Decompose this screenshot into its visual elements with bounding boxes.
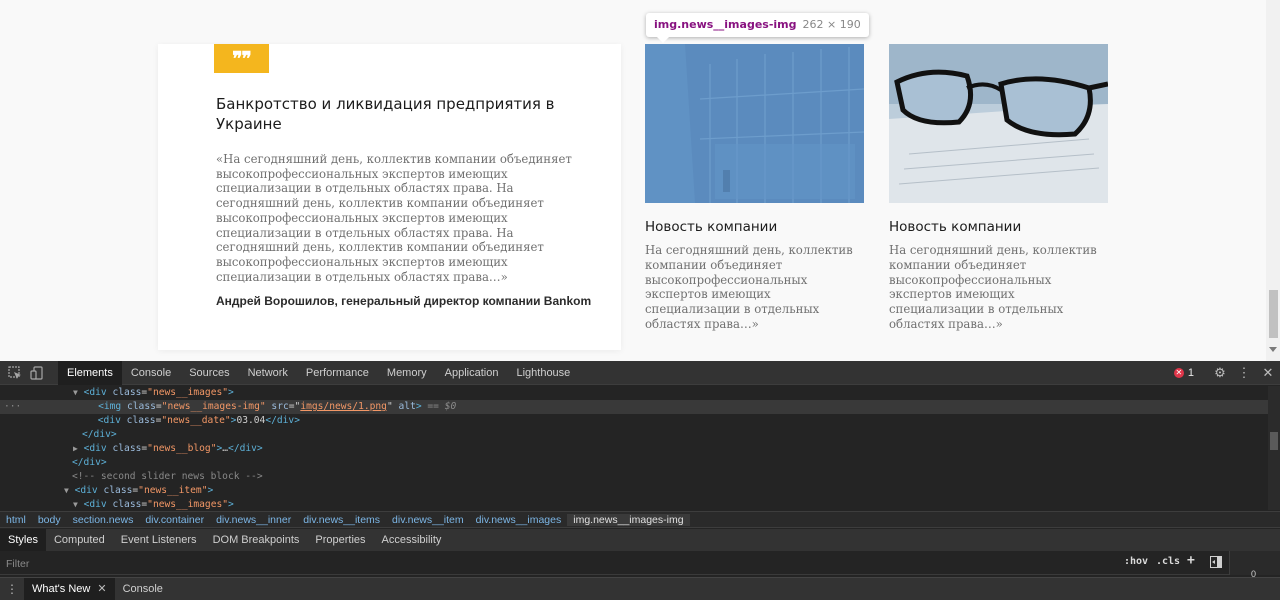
- tab-accessibility[interactable]: Accessibility: [374, 529, 450, 551]
- dom-node[interactable]: ▶ <div class="news__blog">…</div>: [0, 442, 1268, 456]
- testimonial-text: «На сегодняшний день, коллектив компании…: [216, 152, 572, 284]
- drawer-tab-label: Console: [122, 583, 163, 595]
- crumb-news-inner[interactable]: div.news__inner: [210, 514, 297, 526]
- styles-subtabs: Styles Computed Event Listeners DOM Brea…: [0, 529, 1280, 551]
- src-link[interactable]: imgs/news/1.png: [300, 401, 387, 412]
- close-devtools-icon[interactable]: ✕: [1256, 365, 1280, 381]
- testimonial-author: Андрей Ворошилов, генеральный директор к…: [216, 294, 592, 308]
- news-title[interactable]: Новость компании: [645, 219, 864, 237]
- tab-lighthouse[interactable]: Lighthouse: [507, 361, 579, 385]
- page-scrollbar[interactable]: [1266, 0, 1280, 361]
- collapse-arrow-icon[interactable]: ▼: [73, 500, 78, 509]
- toggle-sidebar-icon[interactable]: [1210, 556, 1222, 568]
- dom-node[interactable]: </div>: [0, 428, 1268, 442]
- styles-filter-row: :hov .cls +: [0, 551, 1280, 575]
- drawer-menu-icon[interactable]: ⋮: [0, 582, 24, 596]
- devtools-tabs: Elements Console Sources Network Perform…: [58, 361, 579, 385]
- scroll-down-arrow-icon[interactable]: [1269, 347, 1277, 352]
- error-count: 1: [1187, 367, 1194, 379]
- tooltip-arrow: [657, 37, 669, 43]
- class-toggle[interactable]: .cls: [1156, 556, 1180, 567]
- scrollbar-thumb[interactable]: [1269, 290, 1278, 338]
- crumb-news-images-img[interactable]: img.news__images-img: [567, 513, 690, 526]
- collapse-arrow-icon[interactable]: ▼: [64, 486, 69, 495]
- testimonial-card: ❞❞ Банкротство и ликвидация предприятия …: [158, 44, 621, 350]
- crumb-body[interactable]: body: [32, 514, 67, 526]
- inspect-highlight: [645, 44, 864, 203]
- drawer-tab-label: What's New: [32, 583, 91, 595]
- tab-computed[interactable]: Computed: [46, 529, 113, 551]
- dom-tree-scrollbar[interactable]: [1268, 386, 1280, 510]
- tab-network[interactable]: Network: [239, 361, 297, 385]
- error-counter[interactable]: ✕ 1: [1173, 367, 1194, 379]
- crumb-news-item[interactable]: div.news__item: [386, 514, 470, 526]
- dom-node[interactable]: </div>: [0, 456, 1268, 470]
- tooltip-selector: img.news__images-img: [654, 18, 797, 31]
- dom-node[interactable]: <div class="news__date">03.04</div>: [0, 414, 1268, 428]
- glasses-image: [889, 44, 1108, 203]
- device-toggle-icon[interactable]: [30, 366, 44, 380]
- close-icon[interactable]: ✕: [97, 578, 106, 600]
- tab-dom-breakpoints[interactable]: DOM Breakpoints: [205, 529, 308, 551]
- dom-node-selected[interactable]: ··· <img class="news__images-img" src="i…: [0, 400, 1268, 414]
- tab-application[interactable]: Application: [436, 361, 508, 385]
- tab-properties[interactable]: Properties: [307, 529, 373, 551]
- devtools-toolbar-right: ✕ 1 ⚙ ⋮ ✕: [1173, 361, 1280, 385]
- inspect-tooltip: img.news__images-img 262 × 190: [646, 13, 869, 37]
- tab-performance[interactable]: Performance: [297, 361, 378, 385]
- crumb-news-items[interactable]: div.news__items: [297, 514, 386, 526]
- crumb-container[interactable]: div.container: [139, 514, 210, 526]
- tab-console[interactable]: Console: [122, 361, 180, 385]
- dom-node[interactable]: ▼ <div class="news__images">: [0, 498, 1268, 510]
- news-excerpt: На сегодняшний день, коллектив компании …: [889, 243, 1097, 331]
- news-title[interactable]: Новость компании: [889, 219, 1108, 237]
- drawer-tab-whats-new[interactable]: What's New ✕: [24, 578, 115, 600]
- styles-filter-input[interactable]: [6, 556, 606, 571]
- tab-memory[interactable]: Memory: [378, 361, 436, 385]
- tab-styles[interactable]: Styles: [0, 529, 46, 551]
- news-excerpt: На сегодняшний день, коллектив компании …: [645, 243, 853, 331]
- tooltip-size: 262 × 190: [802, 18, 861, 31]
- testimonial-title[interactable]: Банкротство и ликвидация предприятия в У…: [216, 94, 556, 134]
- collapse-arrow-icon[interactable]: ▼: [73, 388, 78, 397]
- devtools-panel: Elements Console Sources Network Perform…: [0, 361, 1280, 600]
- dom-scrollbar-thumb[interactable]: [1270, 432, 1278, 450]
- crumb-news-images[interactable]: div.news__images: [470, 514, 568, 526]
- dom-comment[interactable]: <!-- second slider news block -->: [0, 470, 1268, 484]
- dom-node[interactable]: ▼ <div class="news__item">: [0, 484, 1268, 498]
- dom-node[interactable]: ▼ <div class="news__images">: [0, 386, 1268, 400]
- expand-arrow-icon[interactable]: ▶: [73, 444, 78, 453]
- hover-state-toggle[interactable]: :hov: [1124, 556, 1148, 567]
- quote-icon: ❞❞: [214, 44, 269, 73]
- crumb-section-news[interactable]: section.news: [67, 514, 140, 526]
- devtools-drawer: ⋮ What's New ✕ Console: [0, 577, 1280, 600]
- node-options-icon[interactable]: ···: [4, 401, 21, 412]
- news-card[interactable]: Новость компании На сегодняшний день, ко…: [889, 44, 1108, 332]
- page-viewport: ❞❞ Банкротство и ликвидация предприятия …: [0, 0, 1280, 361]
- breadcrumb: html body section.news div.container div…: [0, 511, 1280, 528]
- dom-tree: ▼ <div class="news__images"> ··· <img cl…: [0, 386, 1268, 510]
- error-icon: ✕: [1173, 368, 1184, 378]
- tab-event-listeners[interactable]: Event Listeners: [113, 529, 205, 551]
- settings-gear-icon[interactable]: ⚙: [1208, 365, 1232, 381]
- tab-elements[interactable]: Elements: [58, 361, 122, 385]
- drawer-tab-console[interactable]: Console: [115, 578, 171, 600]
- inspect-element-icon[interactable]: [8, 366, 22, 380]
- crumb-html[interactable]: html: [0, 514, 32, 526]
- news-image[interactable]: [889, 44, 1108, 203]
- devtools-tabbar: Elements Console Sources Network Perform…: [0, 361, 1280, 385]
- tab-sources[interactable]: Sources: [180, 361, 238, 385]
- more-options-icon[interactable]: ⋮: [1232, 365, 1256, 381]
- new-style-rule-icon[interactable]: +: [1187, 553, 1195, 568]
